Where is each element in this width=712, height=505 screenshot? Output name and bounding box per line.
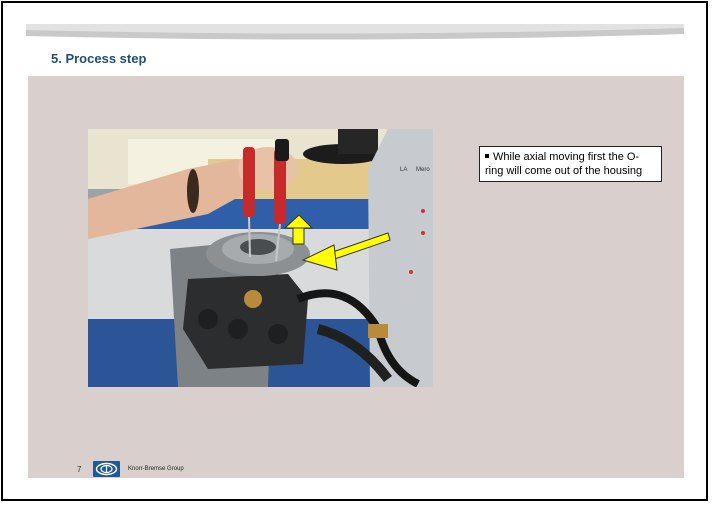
- process-photo: LA Mero: [88, 129, 433, 387]
- page-number: 7: [77, 465, 82, 474]
- footer-bar: [28, 459, 684, 478]
- panel-label-la: LA: [400, 167, 407, 173]
- bullet-marker: [485, 154, 489, 158]
- knorr-bremse-logo: [93, 461, 120, 477]
- bullet-callout: While axial moving first the O-ring will…: [479, 146, 662, 182]
- slide-title: 5. Process step: [51, 51, 147, 66]
- header-swoosh: [26, 24, 684, 40]
- bullet-text: While axial moving first the O-ring will…: [485, 151, 643, 177]
- panel-label-mero: Mero: [416, 167, 430, 173]
- company-name: Knorr-Bremse Group: [128, 466, 184, 472]
